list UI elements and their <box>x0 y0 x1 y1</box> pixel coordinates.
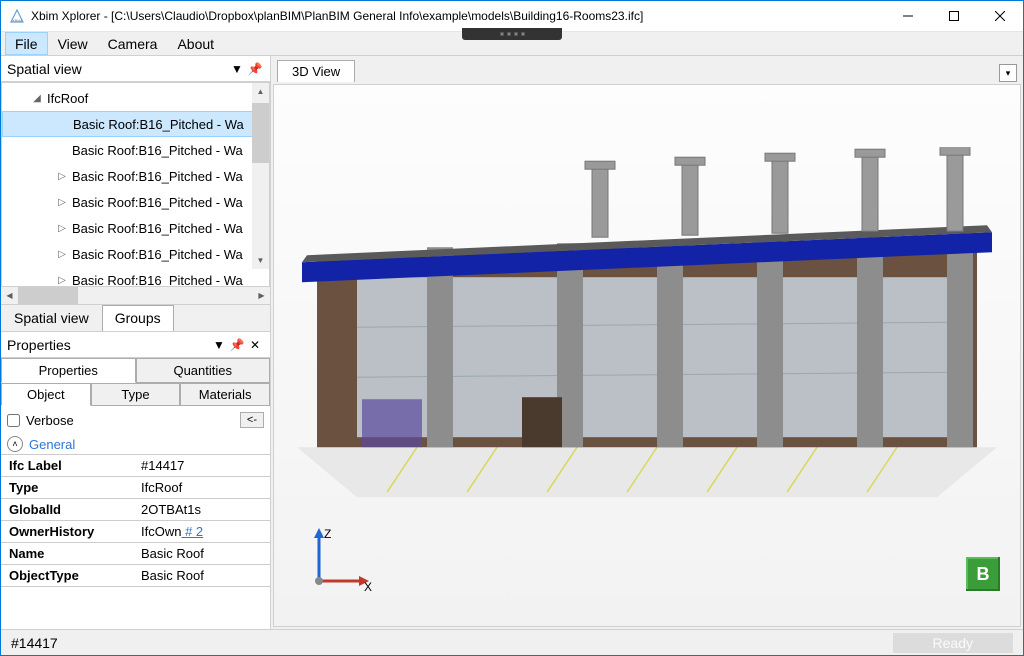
properties-panel: Properties ▼ 📌 ✕ Properties Quantities O… <box>1 331 270 611</box>
tab-object[interactable]: Object <box>1 383 91 406</box>
dropdown-icon[interactable]: ▼ <box>228 62 246 76</box>
dropdown-icon[interactable]: ▼ <box>210 338 228 352</box>
close-button[interactable] <box>977 1 1023 31</box>
menu-view[interactable]: View <box>48 32 98 55</box>
axis-gizmo: X Z <box>304 526 374 596</box>
tree-label: IfcRoof <box>47 91 88 106</box>
scroll-down-icon[interactable]: ▼ <box>252 252 269 269</box>
ownerhistory-link[interactable]: # 2 <box>181 524 203 539</box>
prop-row-globalid: GlobalId2OTBAt1s <box>1 499 270 521</box>
building-model <box>297 147 997 507</box>
prop-row-ownerhistory: OwnerHistoryIfcOwn # 2 <box>1 521 270 543</box>
expand-icon[interactable]: ▷ <box>56 197 68 208</box>
menubar: File View Camera About <box>1 32 1023 56</box>
section-label[interactable]: General <box>29 437 75 452</box>
tab-3d-view[interactable]: 3D View <box>277 60 355 82</box>
window-title: Xbim Xplorer - [C:\Users\Claudio\Dropbox… <box>31 9 885 23</box>
svg-text:X: X <box>364 580 372 594</box>
svg-text:Z: Z <box>324 527 331 541</box>
expand-icon[interactable]: ▷ <box>56 171 68 182</box>
properties-table: Ifc Label#14417 TypeIfcRoof GlobalId2OTB… <box>1 454 270 587</box>
vertical-scrollbar[interactable]: ▲ ▼ <box>252 83 269 269</box>
tree-node-item[interactable]: ▷Basic Roof:B16_Pitched - Wa <box>2 241 269 267</box>
collapse-icon[interactable]: ◢ <box>31 93 43 104</box>
collapse-section-icon[interactable]: ˄ <box>7 436 23 452</box>
left-pane: Spatial view ▼ 📌 ◢ IfcRoof Basic Roof:B1… <box>1 56 271 629</box>
tab-spatial-view[interactable]: Spatial view <box>1 305 102 331</box>
tree-node-item[interactable]: Basic Roof:B16_Pitched - Wa <box>2 137 269 163</box>
tab-properties[interactable]: Properties <box>1 358 136 383</box>
properties-top-tabs: Properties Quantities <box>1 358 270 383</box>
tree-node-item[interactable]: ▷Basic Roof:B16_Pitched - Wa <box>2 189 269 215</box>
maximize-button[interactable] <box>931 1 977 31</box>
scroll-right-icon[interactable]: ▶ <box>253 287 270 304</box>
tree-node-item[interactable]: ▷Basic Roof:B16_Pitched - Wa <box>2 267 269 287</box>
verbose-label: Verbose <box>26 413 74 428</box>
tree-node-parent[interactable]: ◢ IfcRoof <box>2 85 269 111</box>
pin-icon[interactable]: 📌 <box>246 62 264 76</box>
statusbar: #14417 Ready <box>1 629 1023 655</box>
horizontal-scrollbar[interactable]: ◀ ▶ <box>1 287 270 304</box>
prop-row-ifc-label: Ifc Label#14417 <box>1 455 270 477</box>
expand-icon[interactable]: ▷ <box>56 249 68 260</box>
window-controls <box>885 1 1023 31</box>
tab-groups[interactable]: Groups <box>102 305 174 332</box>
verbose-row: Verbose <- <box>1 406 270 434</box>
spatial-tree[interactable]: ◢ IfcRoof Basic Roof:B16_Pitched - Wa Ba… <box>1 82 270 287</box>
app-icon: XBIM <box>9 8 25 24</box>
tab-quantities[interactable]: Quantities <box>136 358 271 382</box>
properties-panel-header: Properties ▼ 📌 ✕ <box>1 332 270 358</box>
viewport-tabs: 3D View ▾ <box>271 56 1023 82</box>
expand-icon[interactable]: ▷ <box>56 223 68 234</box>
verbose-checkbox[interactable] <box>7 414 20 427</box>
spatial-bottom-tabs: Spatial view Groups <box>1 304 270 331</box>
content-area: Spatial view ▼ 📌 ◢ IfcRoof Basic Roof:B1… <box>1 56 1023 629</box>
menu-file[interactable]: File <box>5 32 48 55</box>
scroll-left-icon[interactable]: ◀ <box>1 287 18 304</box>
viewport-menu-icon[interactable]: ▾ <box>999 64 1017 82</box>
menu-camera[interactable]: Camera <box>98 32 168 55</box>
tree-node-item[interactable]: ▷Basic Roof:B16_Pitched - Wa <box>2 163 269 189</box>
close-panel-icon[interactable]: ✕ <box>246 338 264 352</box>
view-cube-badge[interactable]: B <box>966 557 1000 591</box>
svg-text:XBIM: XBIM <box>12 18 22 23</box>
tree-node-item[interactable]: Basic Roof:B16_Pitched - Wa <box>2 111 269 137</box>
dock-handle[interactable] <box>462 28 562 40</box>
tab-type[interactable]: Type <box>91 383 181 406</box>
status-ready: Ready <box>893 633 1013 653</box>
scroll-up-icon[interactable]: ▲ <box>252 83 269 100</box>
app-window: XBIM Xbim Xplorer - [C:\Users\Claudio\Dr… <box>0 0 1024 656</box>
tree-node-item[interactable]: ▷Basic Roof:B16_Pitched - Wa <box>2 215 269 241</box>
scroll-thumb[interactable] <box>18 287 78 304</box>
viewport: 3D View ▾ <box>271 56 1023 629</box>
3d-canvas[interactable]: X Z B <box>273 84 1021 627</box>
minimize-button[interactable] <box>885 1 931 31</box>
pin-icon[interactable]: 📌 <box>228 338 246 352</box>
properties-sub-tabs: Object Type Materials <box>1 383 270 406</box>
prop-row-name: NameBasic Roof <box>1 543 270 565</box>
properties-panel-title: Properties <box>7 337 210 353</box>
section-header-general: ˄ General <box>1 434 270 454</box>
prop-row-objecttype: ObjectTypeBasic Roof <box>1 565 270 587</box>
menu-about[interactable]: About <box>167 32 224 55</box>
status-selection: #14417 <box>11 635 58 651</box>
expand-icon[interactable]: ▷ <box>56 275 68 286</box>
scroll-thumb[interactable] <box>252 103 269 163</box>
tab-materials[interactable]: Materials <box>180 383 270 406</box>
spatial-panel-title: Spatial view <box>7 61 228 77</box>
back-button[interactable]: <- <box>240 412 264 428</box>
spatial-panel-header: Spatial view ▼ 📌 <box>1 56 270 82</box>
prop-row-type: TypeIfcRoof <box>1 477 270 499</box>
